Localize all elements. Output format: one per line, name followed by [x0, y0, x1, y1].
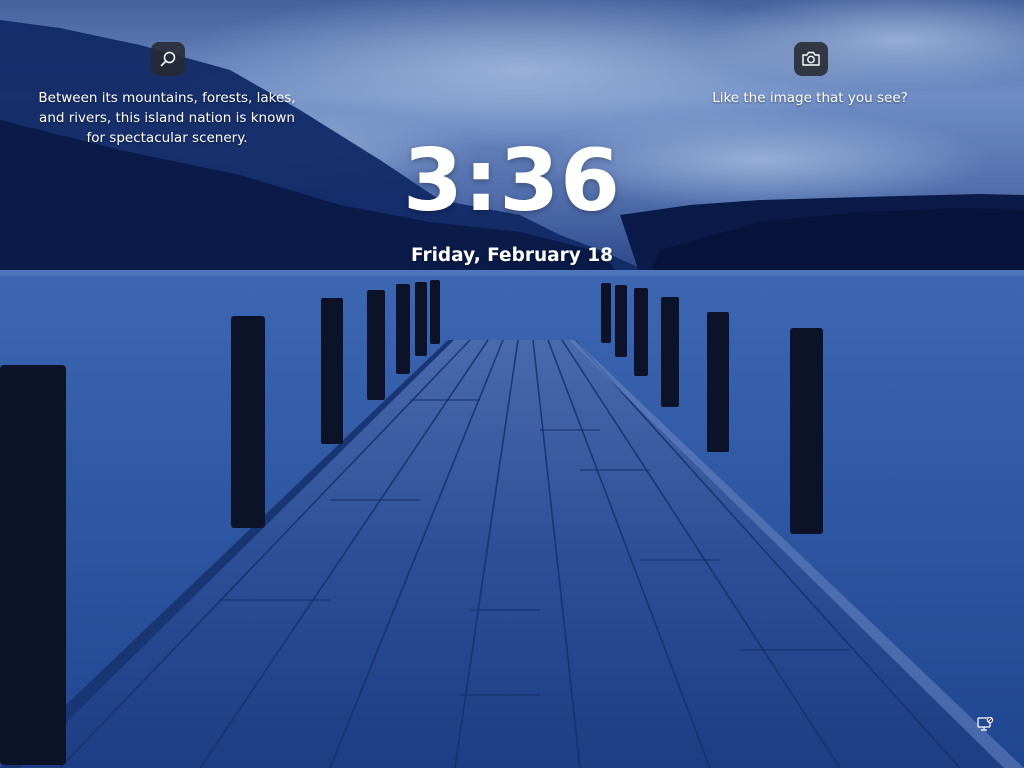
spotlight-camera-caption[interactable]: Like the image that you see?: [690, 88, 930, 108]
camera-icon: [801, 50, 821, 68]
spotlight-info-caption[interactable]: Between its mountains, forests, lakes, a…: [28, 88, 306, 148]
lock-screen-date: Friday, February 18: [411, 245, 613, 266]
like-image-button[interactable]: [794, 42, 828, 76]
learn-more-button[interactable]: [151, 42, 185, 76]
lock-screen[interactable]: Between its mountains, forests, lakes, a…: [0, 0, 1024, 768]
network-status-button[interactable]: [974, 716, 996, 738]
search-icon: [159, 50, 177, 68]
lock-screen-clock: 3:36: [403, 131, 621, 231]
network-icon: [976, 716, 994, 738]
